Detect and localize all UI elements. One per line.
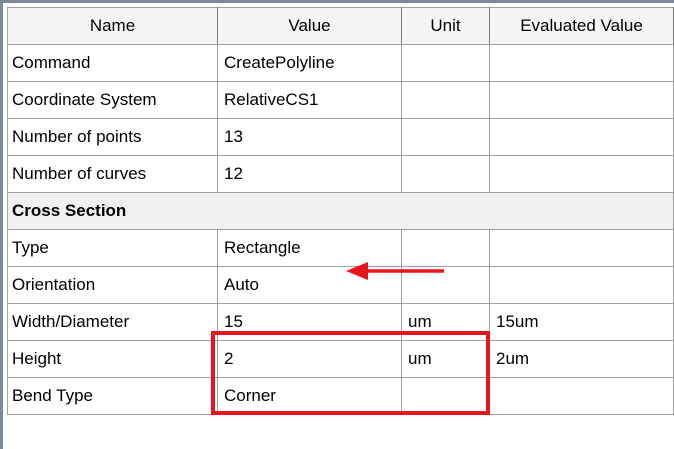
section-header-row[interactable]: Cross Section <box>7 192 674 230</box>
property-unit[interactable] <box>401 155 490 193</box>
property-value[interactable]: Auto <box>217 266 402 304</box>
table-row[interactable]: Bend Type Corner <box>7 377 674 415</box>
property-unit[interactable]: um <box>401 303 490 341</box>
property-value[interactable]: RelativeCS1 <box>217 81 402 119</box>
property-value[interactable]: Rectangle <box>217 229 402 267</box>
table-row[interactable]: Number of points 13 <box>7 118 674 156</box>
property-name: Type <box>7 229 218 267</box>
column-header-evaluated-value[interactable]: Evaluated Value <box>489 7 674 45</box>
table-row[interactable]: Command CreatePolyline <box>7 44 674 82</box>
property-name: Orientation <box>7 266 218 304</box>
section-title[interactable]: Cross Section <box>7 192 674 230</box>
property-value[interactable]: CreatePolyline <box>217 44 402 82</box>
table-row[interactable]: Number of curves 12 <box>7 155 674 193</box>
property-evaluated-value <box>489 81 674 119</box>
table-row[interactable]: Coordinate System RelativeCS1 <box>7 81 674 119</box>
property-unit[interactable] <box>401 81 490 119</box>
properties-grid: Name Value Unit Evaluated Value Command … <box>0 0 674 449</box>
property-value[interactable]: 13 <box>217 118 402 156</box>
column-header-name[interactable]: Name <box>7 7 218 45</box>
property-name: Command <box>7 44 218 82</box>
property-evaluated-value <box>489 155 674 193</box>
property-value[interactable]: 15 <box>217 303 402 341</box>
property-unit[interactable] <box>401 266 490 304</box>
header-row: Name Value Unit Evaluated Value <box>7 7 674 45</box>
property-unit[interactable] <box>401 44 490 82</box>
property-evaluated-value <box>489 44 674 82</box>
table-row[interactable]: Width/Diameter 15 um 15um <box>7 303 674 341</box>
table-row[interactable]: Orientation Auto <box>7 266 674 304</box>
property-name: Number of curves <box>7 155 218 193</box>
property-name: Height <box>7 340 218 378</box>
property-unit[interactable] <box>401 118 490 156</box>
property-evaluated-value <box>489 377 674 415</box>
table-row[interactable]: Height 2 um 2um <box>7 340 674 378</box>
property-name: Width/Diameter <box>7 303 218 341</box>
property-evaluated-value <box>489 118 674 156</box>
property-name: Coordinate System <box>7 81 218 119</box>
property-evaluated-value: 2um <box>489 340 674 378</box>
property-name: Number of points <box>7 118 218 156</box>
properties-table: Name Value Unit Evaluated Value Command … <box>7 7 674 415</box>
property-unit[interactable]: um <box>401 340 490 378</box>
property-value[interactable]: Corner <box>217 377 402 415</box>
property-name: Bend Type <box>7 377 218 415</box>
property-value[interactable]: 12 <box>217 155 402 193</box>
property-evaluated-value: 15um <box>489 303 674 341</box>
property-value[interactable]: 2 <box>217 340 402 378</box>
property-unit[interactable] <box>401 229 490 267</box>
property-unit[interactable] <box>401 377 490 415</box>
column-header-value[interactable]: Value <box>217 7 402 45</box>
property-evaluated-value <box>489 229 674 267</box>
column-header-unit[interactable]: Unit <box>401 7 490 45</box>
table-row[interactable]: Type Rectangle <box>7 229 674 267</box>
property-evaluated-value <box>489 266 674 304</box>
